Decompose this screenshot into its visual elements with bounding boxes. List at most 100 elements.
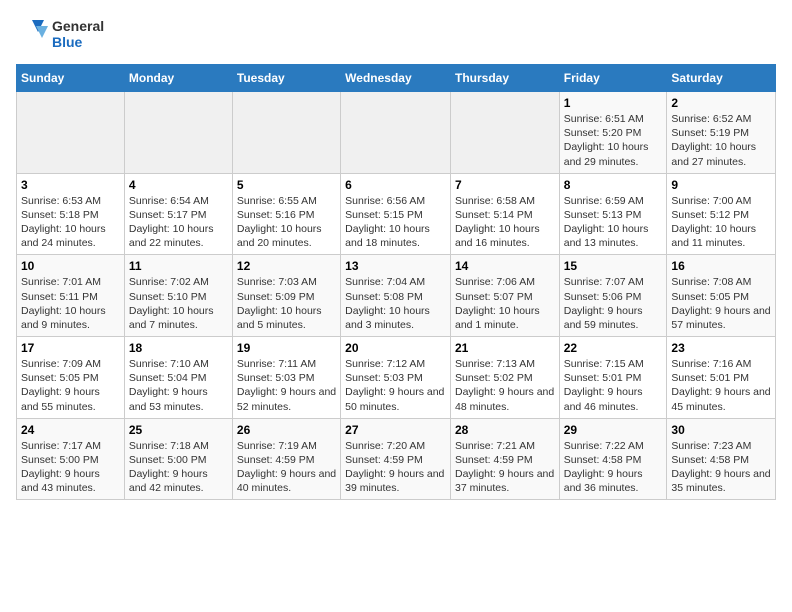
day-number: 11 — [129, 259, 228, 273]
weekday-header-sunday: Sunday — [17, 65, 125, 92]
day-info: Sunrise: 6:54 AM Sunset: 5:17 PM Dayligh… — [129, 194, 228, 251]
calendar-cell: 26 Sunrise: 7:19 AM Sunset: 4:59 PM Dayli… — [232, 418, 340, 500]
calendar-body: 1 Sunrise: 6:51 AM Sunset: 5:20 PM Daylig… — [17, 92, 776, 500]
day-number: 27 — [345, 423, 446, 437]
day-number: 12 — [237, 259, 336, 273]
day-number: 8 — [564, 178, 663, 192]
day-number: 17 — [21, 341, 120, 355]
day-info: Sunrise: 7:02 AM Sunset: 5:10 PM Dayligh… — [129, 275, 228, 332]
day-number: 7 — [455, 178, 555, 192]
calendar-cell: 16 Sunrise: 7:08 AM Sunset: 5:05 PM Dayli… — [667, 255, 776, 337]
day-info: Sunrise: 7:23 AM Sunset: 4:58 PM Dayligh… — [671, 439, 771, 496]
calendar-cell: 13 Sunrise: 7:04 AM Sunset: 5:08 PM Dayli… — [341, 255, 451, 337]
day-info: Sunrise: 6:52 AM Sunset: 5:19 PM Dayligh… — [671, 112, 771, 169]
day-info: Sunrise: 7:13 AM Sunset: 5:02 PM Dayligh… — [455, 357, 555, 414]
calendar-cell — [124, 92, 232, 174]
day-number: 24 — [21, 423, 120, 437]
day-number: 4 — [129, 178, 228, 192]
calendar-week-2: 3 Sunrise: 6:53 AM Sunset: 5:18 PM Daylig… — [17, 173, 776, 255]
calendar-cell: 4 Sunrise: 6:54 AM Sunset: 5:17 PM Daylig… — [124, 173, 232, 255]
calendar-cell: 21 Sunrise: 7:13 AM Sunset: 5:02 PM Dayli… — [450, 337, 559, 419]
day-number: 3 — [21, 178, 120, 192]
day-info: Sunrise: 7:00 AM Sunset: 5:12 PM Dayligh… — [671, 194, 771, 251]
calendar-table: SundayMondayTuesdayWednesdayThursdayFrid… — [16, 64, 776, 500]
day-info: Sunrise: 7:03 AM Sunset: 5:09 PM Dayligh… — [237, 275, 336, 332]
day-info: Sunrise: 6:51 AM Sunset: 5:20 PM Dayligh… — [564, 112, 663, 169]
day-info: Sunrise: 7:19 AM Sunset: 4:59 PM Dayligh… — [237, 439, 336, 496]
logo: GeneralBlue — [16, 16, 104, 52]
day-info: Sunrise: 7:18 AM Sunset: 5:00 PM Dayligh… — [129, 439, 228, 496]
calendar-cell — [341, 92, 451, 174]
calendar-cell: 17 Sunrise: 7:09 AM Sunset: 5:05 PM Dayli… — [17, 337, 125, 419]
day-info: Sunrise: 7:07 AM Sunset: 5:06 PM Dayligh… — [564, 275, 663, 332]
weekday-header-friday: Friday — [559, 65, 667, 92]
calendar-cell: 15 Sunrise: 7:07 AM Sunset: 5:06 PM Dayli… — [559, 255, 667, 337]
calendar-week-4: 17 Sunrise: 7:09 AM Sunset: 5:05 PM Dayli… — [17, 337, 776, 419]
calendar-cell — [232, 92, 340, 174]
day-number: 13 — [345, 259, 446, 273]
weekday-header-monday: Monday — [124, 65, 232, 92]
day-info: Sunrise: 7:11 AM Sunset: 5:03 PM Dayligh… — [237, 357, 336, 414]
calendar-cell: 29 Sunrise: 7:22 AM Sunset: 4:58 PM Dayli… — [559, 418, 667, 500]
day-info: Sunrise: 7:22 AM Sunset: 4:58 PM Dayligh… — [564, 439, 663, 496]
day-info: Sunrise: 7:21 AM Sunset: 4:59 PM Dayligh… — [455, 439, 555, 496]
day-number: 6 — [345, 178, 446, 192]
calendar-cell: 8 Sunrise: 6:59 AM Sunset: 5:13 PM Daylig… — [559, 173, 667, 255]
day-number: 20 — [345, 341, 446, 355]
day-number: 28 — [455, 423, 555, 437]
day-number: 14 — [455, 259, 555, 273]
day-number: 21 — [455, 341, 555, 355]
calendar-cell: 7Sunrise: 6:58 AM Sunset: 5:14 PM Daylig… — [450, 173, 559, 255]
day-number: 2 — [671, 96, 771, 110]
day-number: 15 — [564, 259, 663, 273]
day-number: 29 — [564, 423, 663, 437]
day-info: Sunrise: 7:16 AM Sunset: 5:01 PM Dayligh… — [671, 357, 771, 414]
day-info: Sunrise: 7:01 AM Sunset: 5:11 PM Dayligh… — [21, 275, 120, 332]
calendar-week-1: 1 Sunrise: 6:51 AM Sunset: 5:20 PM Daylig… — [17, 92, 776, 174]
day-info: Sunrise: 6:53 AM Sunset: 5:18 PM Dayligh… — [21, 194, 120, 251]
weekday-header-tuesday: Tuesday — [232, 65, 340, 92]
day-number: 19 — [237, 341, 336, 355]
day-number: 1 — [564, 96, 663, 110]
day-info: Sunrise: 7:06 AM Sunset: 5:07 PM Dayligh… — [455, 275, 555, 332]
weekday-header-row: SundayMondayTuesdayWednesdayThursdayFrid… — [17, 65, 776, 92]
calendar-cell: 20Sunrise: 7:12 AM Sunset: 5:03 PM Dayli… — [341, 337, 451, 419]
day-info: Sunrise: 6:59 AM Sunset: 5:13 PM Dayligh… — [564, 194, 663, 251]
calendar-cell: 24 Sunrise: 7:17 AM Sunset: 5:00 PM Dayli… — [17, 418, 125, 500]
day-info: Sunrise: 7:04 AM Sunset: 5:08 PM Dayligh… — [345, 275, 446, 332]
calendar-cell: 3 Sunrise: 6:53 AM Sunset: 5:18 PM Daylig… — [17, 173, 125, 255]
calendar-cell: 27 Sunrise: 7:20 AM Sunset: 4:59 PM Dayli… — [341, 418, 451, 500]
calendar-week-3: 10Sunrise: 7:01 AM Sunset: 5:11 PM Dayli… — [17, 255, 776, 337]
day-info: Sunrise: 7:10 AM Sunset: 5:04 PM Dayligh… — [129, 357, 228, 414]
day-number: 30 — [671, 423, 771, 437]
weekday-header-saturday: Saturday — [667, 65, 776, 92]
day-info: Sunrise: 7:17 AM Sunset: 5:00 PM Dayligh… — [21, 439, 120, 496]
calendar-cell — [17, 92, 125, 174]
day-number: 23 — [671, 341, 771, 355]
calendar-cell: 1 Sunrise: 6:51 AM Sunset: 5:20 PM Daylig… — [559, 92, 667, 174]
calendar-cell: 25 Sunrise: 7:18 AM Sunset: 5:00 PM Dayli… — [124, 418, 232, 500]
day-info: Sunrise: 7:20 AM Sunset: 4:59 PM Dayligh… — [345, 439, 446, 496]
day-number: 18 — [129, 341, 228, 355]
day-info: Sunrise: 7:15 AM Sunset: 5:01 PM Dayligh… — [564, 357, 663, 414]
day-info: Sunrise: 6:55 AM Sunset: 5:16 PM Dayligh… — [237, 194, 336, 251]
day-number: 5 — [237, 178, 336, 192]
day-number: 26 — [237, 423, 336, 437]
calendar-cell: 12 Sunrise: 7:03 AM Sunset: 5:09 PM Dayli… — [232, 255, 340, 337]
day-info: Sunrise: 6:56 AM Sunset: 5:15 PM Dayligh… — [345, 194, 446, 251]
calendar-cell: 14 Sunrise: 7:06 AM Sunset: 5:07 PM Dayli… — [450, 255, 559, 337]
day-number: 25 — [129, 423, 228, 437]
calendar-cell: 23 Sunrise: 7:16 AM Sunset: 5:01 PM Dayli… — [667, 337, 776, 419]
calendar-cell: 6 Sunrise: 6:56 AM Sunset: 5:15 PM Daylig… — [341, 173, 451, 255]
day-info: Sunrise: 7:08 AM Sunset: 5:05 PM Dayligh… — [671, 275, 771, 332]
calendar-cell: 28 Sunrise: 7:21 AM Sunset: 4:59 PM Dayli… — [450, 418, 559, 500]
calendar-week-5: 24 Sunrise: 7:17 AM Sunset: 5:00 PM Dayli… — [17, 418, 776, 500]
calendar-cell: 5 Sunrise: 6:55 AM Sunset: 5:16 PM Daylig… — [232, 173, 340, 255]
weekday-header-wednesday: Wednesday — [341, 65, 451, 92]
weekday-header-thursday: Thursday — [450, 65, 559, 92]
day-info: Sunrise: 7:09 AM Sunset: 5:05 PM Dayligh… — [21, 357, 120, 414]
calendar-cell: 9Sunrise: 7:00 AM Sunset: 5:12 PM Daylig… — [667, 173, 776, 255]
calendar-cell: 22Sunrise: 7:15 AM Sunset: 5:01 PM Dayli… — [559, 337, 667, 419]
day-number: 16 — [671, 259, 771, 273]
calendar-cell: 30 Sunrise: 7:23 AM Sunset: 4:58 PM Dayli… — [667, 418, 776, 500]
